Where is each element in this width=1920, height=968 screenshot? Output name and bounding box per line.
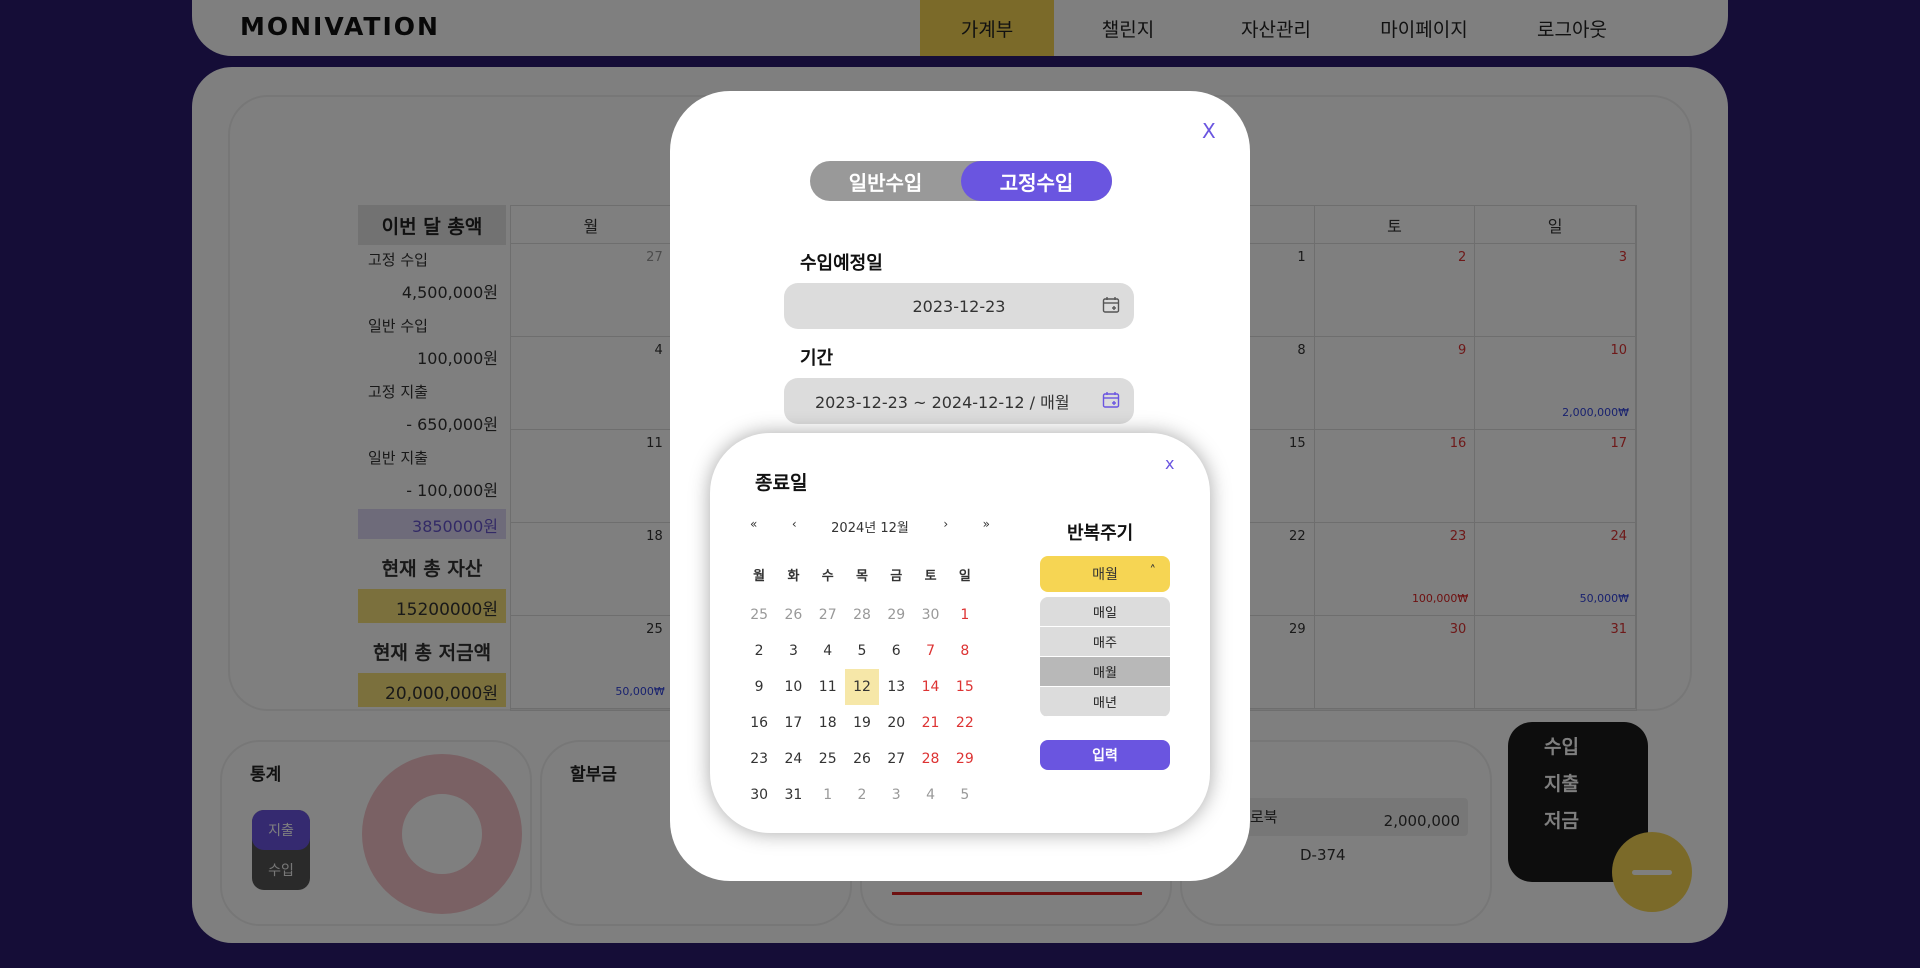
chevron-up-icon: ˄ [1149,564,1157,579]
repeat-title: 반복주기 [1067,523,1134,544]
day-button[interactable]: 29 [948,741,982,777]
end-date-picker: x 종료일 « ‹ 2024년 12월 › » 월 화 수 목 금 토 일 25… [710,433,1210,833]
date-value: 2023-12-23 [912,296,1006,316]
weekday: 토 [924,568,937,584]
day-button[interactable]: 9 [742,669,776,705]
close-icon[interactable]: X [1202,119,1216,143]
day-button[interactable]: 2 [742,633,776,669]
picker-close-icon[interactable]: x [1165,454,1174,473]
day-button[interactable]: 15 [948,669,982,705]
day-button[interactable]: 19 [845,705,879,741]
day-button[interactable]: 29 [879,597,913,633]
day-button[interactable]: 7 [913,633,947,669]
period-label: 기간 [800,348,834,369]
day-button[interactable]: 10 [776,669,810,705]
month-nav: « ‹ 2024년 12월 › » [750,517,990,536]
repeat-dropdown[interactable]: 매월 ˄ [1040,556,1170,592]
day-button[interactable]: 20 [879,705,913,741]
mini-week: 2 3 4 5 6 7 8 [742,633,982,669]
day-button[interactable]: 6 [879,633,913,669]
repeat-option-daily[interactable]: 매일 [1040,597,1170,627]
weekday: 금 [890,568,903,584]
tab-fixed-income[interactable]: 고정수입 [961,161,1112,201]
mini-week: 30 31 1 2 3 4 5 [742,777,982,813]
repeat-option-yearly[interactable]: 매년 [1040,687,1170,717]
calendar-icon[interactable] [1102,296,1120,314]
day-button[interactable]: 30 [913,597,947,633]
repeat-option-weekly[interactable]: 매주 [1040,627,1170,657]
day-button[interactable]: 1 [948,597,982,633]
current-month[interactable]: 2024년 12월 [831,517,909,536]
submit-button[interactable]: 입력 [1040,740,1170,770]
repeat-option-monthly[interactable]: 매월 [1040,657,1170,687]
day-button[interactable]: 21 [913,705,947,741]
day-button[interactable]: 23 [742,741,776,777]
day-button[interactable]: 11 [811,669,845,705]
day-button[interactable]: 4 [913,777,947,813]
day-button[interactable]: 26 [845,741,879,777]
day-button[interactable]: 18 [811,705,845,741]
day-button[interactable]: 25 [742,597,776,633]
day-button[interactable]: 30 [742,777,776,813]
day-button[interactable]: 28 [913,741,947,777]
day-button[interactable]: 28 [845,597,879,633]
repeat-options: 매일 매주 매월 매년 [1040,597,1170,717]
next-month-icon[interactable]: › [943,517,948,536]
day-button[interactable]: 17 [776,705,810,741]
picker-title: 종료일 [755,472,808,494]
period-field[interactable]: 2023-12-23 ~ 2024-12-12 / 매월 [784,378,1134,424]
calendar-icon[interactable] [1102,391,1120,409]
mini-week: 16 17 18 19 20 21 22 [742,705,982,741]
mini-week: 23 24 25 26 27 28 29 [742,741,982,777]
day-button[interactable]: 3 [776,633,810,669]
date-label: 수입예정일 [800,253,883,274]
last-year-icon[interactable]: » [983,517,990,536]
day-button[interactable]: 16 [742,705,776,741]
day-button[interactable]: 24 [776,741,810,777]
day-button[interactable]: 27 [811,597,845,633]
day-button[interactable]: 3 [879,777,913,813]
day-button[interactable]: 31 [776,777,810,813]
weekday: 목 [856,568,868,584]
repeat-value: 매월 [1092,567,1118,583]
mini-weekday-header: 월 화 수 목 금 토 일 [742,561,982,597]
tab-general-income[interactable]: 일반수입 [810,161,961,201]
weekday: 수 [821,568,834,584]
day-button[interactable]: 2 [845,777,879,813]
weekday: 일 [958,568,971,584]
mini-week: 25 26 27 28 29 30 1 [742,597,982,633]
mini-week: 9 10 11 12 13 14 15 [742,669,982,705]
mini-calendar: 월 화 수 목 금 토 일 25 26 27 28 29 30 1 2 3 4 … [742,561,982,813]
weekday: 월 [753,568,766,584]
day-button[interactable]: 8 [948,633,982,669]
period-value: 2023-12-23 ~ 2024-12-12 / 매월 [815,393,1070,412]
day-button[interactable]: 5 [845,633,879,669]
day-button[interactable]: 5 [948,777,982,813]
day-button[interactable]: 27 [879,741,913,777]
date-field[interactable]: 2023-12-23 [784,283,1134,329]
day-button[interactable]: 22 [948,705,982,741]
day-button[interactable]: 26 [776,597,810,633]
day-button[interactable]: 25 [811,741,845,777]
day-button[interactable]: 13 [879,669,913,705]
day-button[interactable]: 4 [811,633,845,669]
first-year-icon[interactable]: « [750,517,757,536]
prev-month-icon[interactable]: ‹ [792,517,797,536]
day-button[interactable]: 14 [913,669,947,705]
weekday: 화 [787,568,800,584]
income-type-tabs: 일반수입 고정수입 [810,161,1112,201]
day-button-selected[interactable]: 12 [844,669,880,705]
day-button[interactable]: 1 [811,777,845,813]
